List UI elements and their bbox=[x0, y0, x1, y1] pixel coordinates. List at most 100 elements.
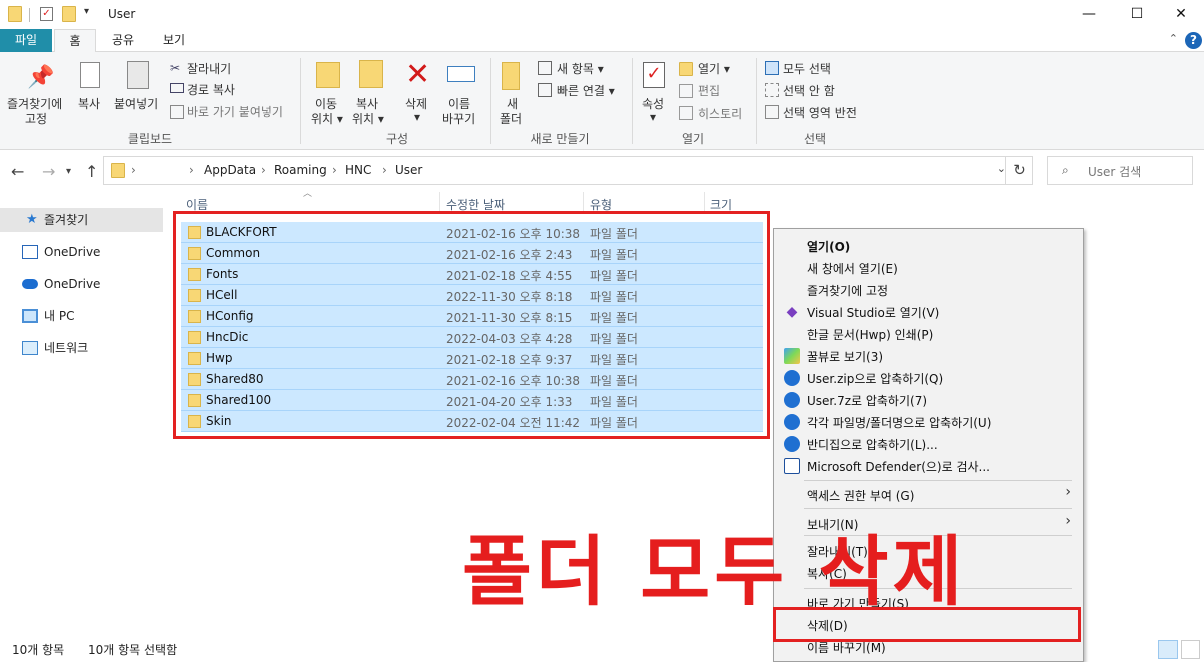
status-selected-count: 10개 항목 선택함 bbox=[88, 643, 178, 657]
tab-share[interactable]: 공유 bbox=[104, 29, 142, 52]
large-icons-view-icon[interactable] bbox=[1181, 640, 1200, 659]
select-none-button[interactable]: 선택 안 함 bbox=[783, 82, 835, 99]
open-icon bbox=[679, 62, 693, 76]
open-button[interactable]: 열기 ▾ bbox=[698, 60, 730, 77]
menu-item-bandizip[interactable]: 반디집으로 압축하기(L)... bbox=[807, 436, 938, 453]
divider bbox=[756, 58, 757, 144]
bandizip-icon bbox=[784, 392, 800, 408]
customize-quick-access-icon[interactable]: ▾ bbox=[84, 6, 89, 17]
tab-view[interactable]: 보기 bbox=[155, 29, 193, 52]
scissors-icon: ✂ bbox=[170, 61, 181, 75]
details-view-icon[interactable] bbox=[1158, 640, 1178, 659]
nav-item-onedrive[interactable]: OneDrive bbox=[0, 240, 163, 264]
nav-item-this-pc[interactable]: 내 PC bbox=[0, 304, 163, 328]
recent-dropdown-icon[interactable]: ▾ bbox=[66, 166, 71, 177]
copy-icon bbox=[80, 62, 100, 88]
help-icon[interactable]: ? bbox=[1185, 32, 1202, 49]
menu-item-defender-scan[interactable]: Microsoft Defender(으)로 검사... bbox=[807, 458, 990, 475]
network-icon bbox=[22, 341, 38, 355]
tab-file[interactable]: 파일 bbox=[0, 29, 52, 52]
invert-selection-button[interactable]: 선택 영역 반전 bbox=[783, 104, 857, 121]
folder-icon bbox=[111, 163, 125, 178]
menu-item-honeyview[interactable]: 꿀뷰로 보기(3) bbox=[807, 348, 883, 365]
move-label-2: 위치 ▾ bbox=[311, 112, 343, 126]
divider bbox=[632, 58, 633, 144]
chevron-right-icon[interactable]: › bbox=[332, 163, 337, 177]
refresh-icon[interactable]: ↻ bbox=[1005, 156, 1033, 185]
menu-item-open-new-window[interactable]: 새 창에서 열기(E) bbox=[807, 260, 898, 277]
group-label-clipboard: 클립보드 bbox=[127, 132, 173, 146]
select-none-icon bbox=[765, 83, 779, 97]
rename-label-2: 바꾸기 bbox=[442, 112, 476, 126]
menu-item-7z[interactable]: User.7z로 압축하기(7) bbox=[807, 392, 927, 409]
computer-icon bbox=[22, 309, 38, 323]
history-button[interactable]: 히스토리 bbox=[698, 105, 742, 122]
tab-home[interactable]: 홈 bbox=[54, 29, 96, 52]
nav-label: 내 PC bbox=[44, 309, 75, 323]
history-icon bbox=[679, 106, 693, 120]
nav-item-onedrive-personal[interactable]: OneDrive bbox=[0, 272, 163, 296]
maximize-icon[interactable]: ☐ bbox=[1114, 0, 1160, 29]
nav-item-quick-access[interactable]: ★ 즐겨찾기 bbox=[0, 208, 163, 232]
properties-dropdown-icon: ▾ bbox=[650, 110, 657, 124]
divider bbox=[300, 58, 301, 144]
rename-icon bbox=[447, 66, 475, 82]
new-item-button[interactable]: 새 항목 ▾ bbox=[557, 60, 604, 77]
group-label-new: 새로 만들기 bbox=[530, 132, 590, 146]
minimize-icon[interactable]: — bbox=[1066, 0, 1112, 29]
chevron-right-icon[interactable]: › bbox=[261, 163, 266, 177]
select-all-button[interactable]: 모두 선택 bbox=[783, 60, 831, 77]
menu-item-hwp-print[interactable]: 한글 문서(Hwp) 인쇄(P) bbox=[807, 326, 933, 343]
copy-to-icon bbox=[359, 60, 383, 88]
menu-item-pin-quick-access[interactable]: 즐겨찾기에 고정 bbox=[807, 282, 888, 299]
close-icon[interactable]: ✕ bbox=[1158, 0, 1204, 29]
nav-label: OneDrive bbox=[44, 245, 101, 259]
new-folder-icon bbox=[502, 62, 520, 90]
edit-button[interactable]: 편집 bbox=[698, 82, 720, 99]
sort-ascending-icon: ︿ bbox=[303, 189, 313, 199]
delete-x-icon: ✕ bbox=[405, 57, 431, 92]
easy-access-button[interactable]: 빠른 연결 ▾ bbox=[557, 82, 615, 99]
ribbon: 📌 즐겨찾기에 고정 복사 붙여넣기 ✂ 잘라내기 경로 복사 바로 가기 붙여… bbox=[0, 52, 1204, 150]
easy-access-icon bbox=[538, 83, 552, 97]
menu-item-open-visual-studio[interactable]: Visual Studio로 열기(V) bbox=[807, 304, 939, 321]
properties-quick-icon[interactable]: ✓ bbox=[40, 7, 53, 21]
menu-item-compress-each[interactable]: 각각 파일명/폴더명으로 압축하기(U) bbox=[807, 414, 991, 431]
shield-icon bbox=[784, 458, 800, 474]
chevron-right-icon[interactable]: › bbox=[382, 163, 387, 177]
bandizip-icon bbox=[784, 414, 800, 430]
divider bbox=[490, 58, 491, 144]
overlay-caption: 폴더 모두 삭제 bbox=[462, 527, 967, 616]
menu-item-give-access[interactable]: 액세스 권한 부여 (G) bbox=[807, 487, 914, 504]
cloud-icon bbox=[22, 279, 38, 289]
breadcrumb-user[interactable]: User bbox=[395, 163, 422, 177]
copy-path-button[interactable]: 경로 복사 bbox=[187, 81, 235, 98]
chevron-right-icon[interactable]: › bbox=[189, 163, 194, 177]
forward-arrow-icon[interactable]: → bbox=[42, 162, 55, 181]
navigation-pane: ★ 즐겨찾기 OneDrive OneDrive 내 PC 네트워크 bbox=[0, 196, 166, 636]
search-box[interactable]: ⌕ User 검색 bbox=[1047, 156, 1193, 185]
chevron-up-icon[interactable]: ⌃ bbox=[1169, 32, 1178, 45]
chevron-right-icon[interactable]: › bbox=[131, 163, 136, 177]
bandizip-icon bbox=[784, 436, 800, 452]
address-bar[interactable]: › › AppData › Roaming › HNC › User ⌄ bbox=[103, 156, 1033, 185]
bandizip-icon bbox=[784, 370, 800, 386]
breadcrumb-appdata[interactable]: AppData bbox=[204, 163, 256, 177]
back-arrow-icon[interactable]: ← bbox=[11, 162, 24, 181]
breadcrumb-roaming[interactable]: Roaming bbox=[274, 163, 327, 177]
cut-button[interactable]: 잘라내기 bbox=[187, 60, 231, 77]
up-arrow-icon[interactable]: ↑ bbox=[85, 162, 98, 181]
divider bbox=[804, 508, 1072, 509]
paste-shortcut-icon bbox=[170, 105, 184, 119]
search-input[interactable]: User 검색 bbox=[1088, 163, 1141, 180]
nav-label: 네트워크 bbox=[44, 341, 89, 355]
status-item-count: 10개 항목 bbox=[12, 643, 65, 657]
paste-shortcut-button[interactable]: 바로 가기 붙여넣기 bbox=[187, 103, 283, 120]
nav-item-network[interactable]: 네트워크 bbox=[0, 336, 163, 360]
new-folder-quick-icon[interactable] bbox=[62, 6, 76, 22]
new-item-icon bbox=[538, 61, 552, 75]
menu-item-zip[interactable]: User.zip으로 압축하기(Q) bbox=[807, 370, 943, 387]
breadcrumb-hnc[interactable]: HNC bbox=[345, 163, 371, 177]
group-label-select: 선택 bbox=[803, 132, 827, 146]
menu-item-open[interactable]: 열기(O) bbox=[807, 238, 850, 255]
